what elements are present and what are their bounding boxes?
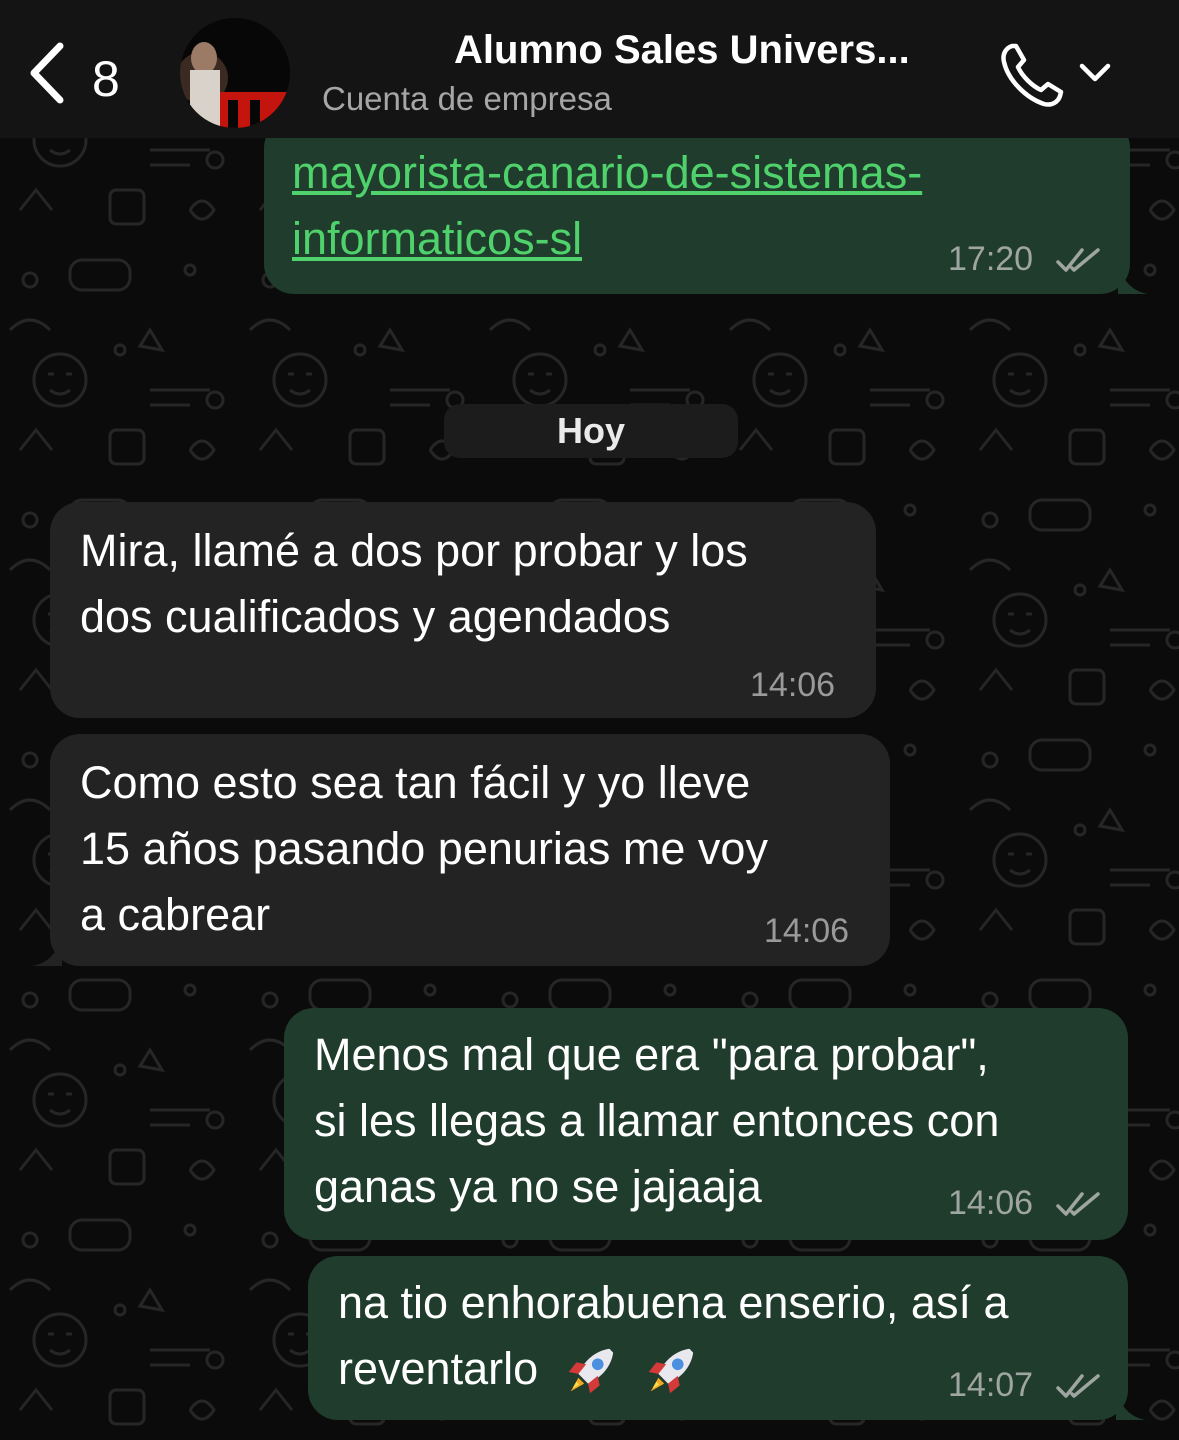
message-link-line[interactable]: informaticos-sl [292,206,582,272]
message-time: 17:20 [948,240,1034,278]
message-text-line: ganas ya no se jajaaja [314,1161,762,1212]
message-text-fragment: reventarlo [338,1343,539,1394]
bubble-tail [1116,1388,1146,1420]
unread-count: 8 [92,51,120,107]
double-check-icon [1056,1192,1100,1216]
message-bubble-outgoing[interactable]: mayorista-canario-de-sistemas- informati… [264,118,1130,294]
rocket-icon [568,1348,613,1394]
message-text-line: Mira, llamé a dos por probar y los [80,525,748,576]
message-text-line: a cabrear [80,889,271,940]
message-text-line: Menos mal que era "para probar", [314,1029,989,1080]
double-check-icon [1056,248,1100,272]
message-bubble-incoming[interactable]: Como esto sea tan fácil y yo lleve 15 añ… [50,734,890,966]
message-time: 14:06 [764,912,850,950]
chat-header: 8 Alumno Sales Univers... Cuenta de empr… [0,0,1179,138]
message-time: 14:06 [948,1184,1034,1222]
message-bubble-incoming[interactable]: Mira, llamé a dos por probar y los dos c… [50,502,876,718]
message-text-line: 15 años pasando penurias me voy [80,823,768,874]
message-text-line: na tio enhorabuena enserio, así a [338,1277,1009,1328]
message-text-line-with-emoji: reventarlo [338,1336,699,1402]
rocket-icon [648,1348,694,1394]
contact-subtitle: Cuenta de empresa [322,80,612,117]
call-button[interactable] [998,40,1118,110]
message-text-line: si les llegas a llamar entonces con [314,1095,1000,1146]
message-bubble-outgoing[interactable]: Menos mal que era "para probar", si les … [284,1008,1128,1240]
bubble-tail [1118,262,1148,294]
message-link-line[interactable]: mayorista-canario-de-sistemas- [292,140,922,206]
message-text-line: dos cualificados y agendados [80,591,671,642]
chevron-left-icon [30,42,64,104]
date-divider: Hoy [444,404,738,458]
phone-icon [1001,43,1064,107]
message-time: 14:07 [948,1366,1034,1404]
avatar[interactable] [180,18,290,128]
contact-name: Alumno Sales Univers... [454,28,910,72]
avatar-image [180,18,290,128]
message-bubble-outgoing[interactable]: na tio enhorabuena enserio, así a revent… [308,1256,1128,1420]
double-check-icon [1056,1374,1100,1398]
message-text-line: Como esto sea tan fácil y yo lleve [80,757,751,808]
chevron-down-icon [1079,63,1111,82]
message-time: 14:06 [750,666,836,704]
back-button[interactable]: 8 [22,38,132,108]
bubble-tail [32,934,62,966]
